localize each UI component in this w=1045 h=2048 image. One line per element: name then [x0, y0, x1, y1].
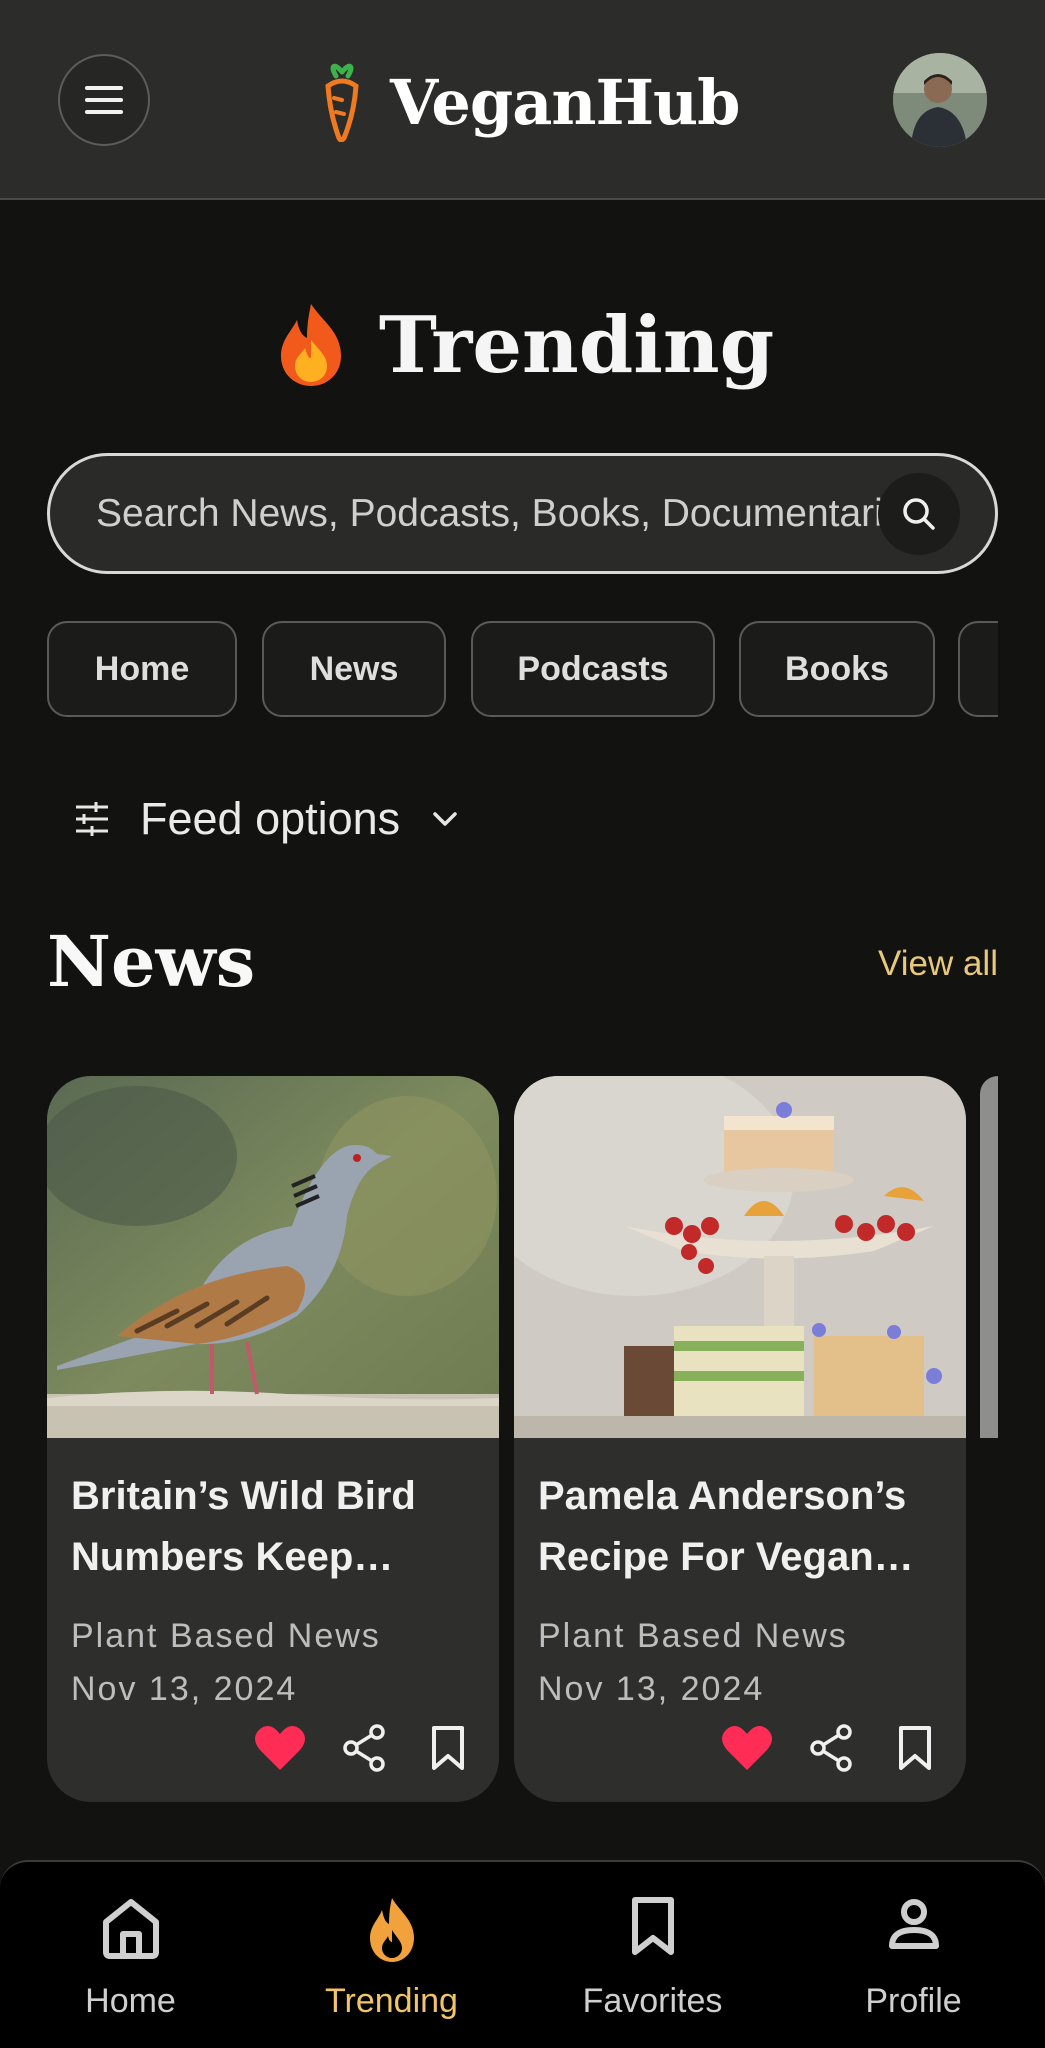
menu-button[interactable]	[58, 54, 150, 146]
app-logo[interactable]: VeganHub	[320, 52, 740, 152]
news-card-peek[interactable]	[980, 1076, 998, 1438]
nav-profile[interactable]: Profile	[783, 1862, 1044, 2048]
nav-home[interactable]: Home	[0, 1862, 261, 2048]
heart-icon[interactable]	[253, 1721, 307, 1775]
search-input[interactable]: Search News, Podcasts, Books, Documentar…	[96, 456, 926, 571]
page-title: Trending	[0, 290, 1045, 400]
nav-home-label: Home	[85, 1982, 176, 2020]
search-bar: Search News, Podcasts, Books, Documentar…	[47, 453, 998, 574]
news-card-actions	[253, 1718, 475, 1778]
bookmark-icon[interactable]	[421, 1721, 475, 1775]
chip-podcasts[interactable]: Podcasts	[471, 621, 715, 717]
fire-icon	[369, 1898, 414, 1962]
chevron-down-icon	[433, 812, 457, 826]
search-icon	[903, 498, 935, 530]
share-icon[interactable]	[804, 1721, 858, 1775]
news-card-source: Plant Based News	[538, 1617, 848, 1655]
news-card-meta: Plant Based News Nov 13, 2024	[71, 1610, 381, 1716]
bottom-navigation: Home Trending Favorites Profile	[0, 1860, 1045, 2048]
news-card-meta: Plant Based News Nov 13, 2024	[538, 1610, 848, 1716]
view-all-link[interactable]: View all	[878, 944, 998, 984]
news-card-date: Nov 13, 2024	[71, 1670, 298, 1708]
chip-books[interactable]: Books	[739, 621, 935, 717]
fire-icon	[280, 304, 341, 386]
news-card-actions	[720, 1718, 942, 1778]
news-card-image	[47, 1076, 499, 1438]
news-card[interactable]: Britain’s Wild Bird Numbers Keep… Plant …	[47, 1076, 499, 1802]
person-icon	[888, 1899, 939, 1949]
heart-icon[interactable]	[720, 1721, 774, 1775]
bookmark-icon[interactable]	[888, 1721, 942, 1775]
news-card-date: Nov 13, 2024	[538, 1670, 765, 1708]
search-button[interactable]	[878, 473, 960, 555]
page-title-text: Trending	[378, 299, 775, 391]
chip-news[interactable]: News	[262, 621, 446, 717]
home-icon	[102, 1899, 159, 1959]
chip-more[interactable]	[958, 621, 998, 717]
feed-options-label: Feed options	[140, 793, 401, 844]
news-card-title: Britain’s Wild Bird Numbers Keep…	[71, 1474, 416, 1579]
app-name: VeganHub	[390, 65, 740, 139]
sliders-icon	[76, 802, 108, 836]
section-title-news: News	[47, 920, 256, 1003]
hamburger-menu-icon	[85, 86, 123, 114]
nav-profile-label: Profile	[865, 1982, 962, 2020]
feed-options-toggle[interactable]: Feed options	[72, 784, 462, 854]
user-avatar[interactable]	[893, 53, 987, 147]
nav-favorites[interactable]: Favorites	[522, 1862, 783, 2048]
category-chips: Home News Podcasts Books	[47, 621, 998, 717]
nav-trending[interactable]: Trending	[261, 1862, 522, 2048]
news-card[interactable]: Pamela Anderson’s Recipe For Vegan… Plan…	[514, 1076, 966, 1802]
nav-favorites-label: Favorites	[582, 1982, 723, 2020]
chip-home[interactable]: Home	[47, 621, 237, 717]
news-card-source: Plant Based News	[71, 1617, 381, 1655]
news-card-title: Pamela Anderson’s Recipe For Vegan…	[538, 1474, 914, 1579]
nav-trending-label: Trending	[325, 1982, 458, 2020]
bookmark-icon	[631, 1897, 674, 1955]
share-icon[interactable]	[337, 1721, 391, 1775]
news-card-image	[514, 1076, 966, 1438]
app-header: VeganHub	[0, 0, 1045, 200]
carrot-icon	[325, 63, 359, 142]
